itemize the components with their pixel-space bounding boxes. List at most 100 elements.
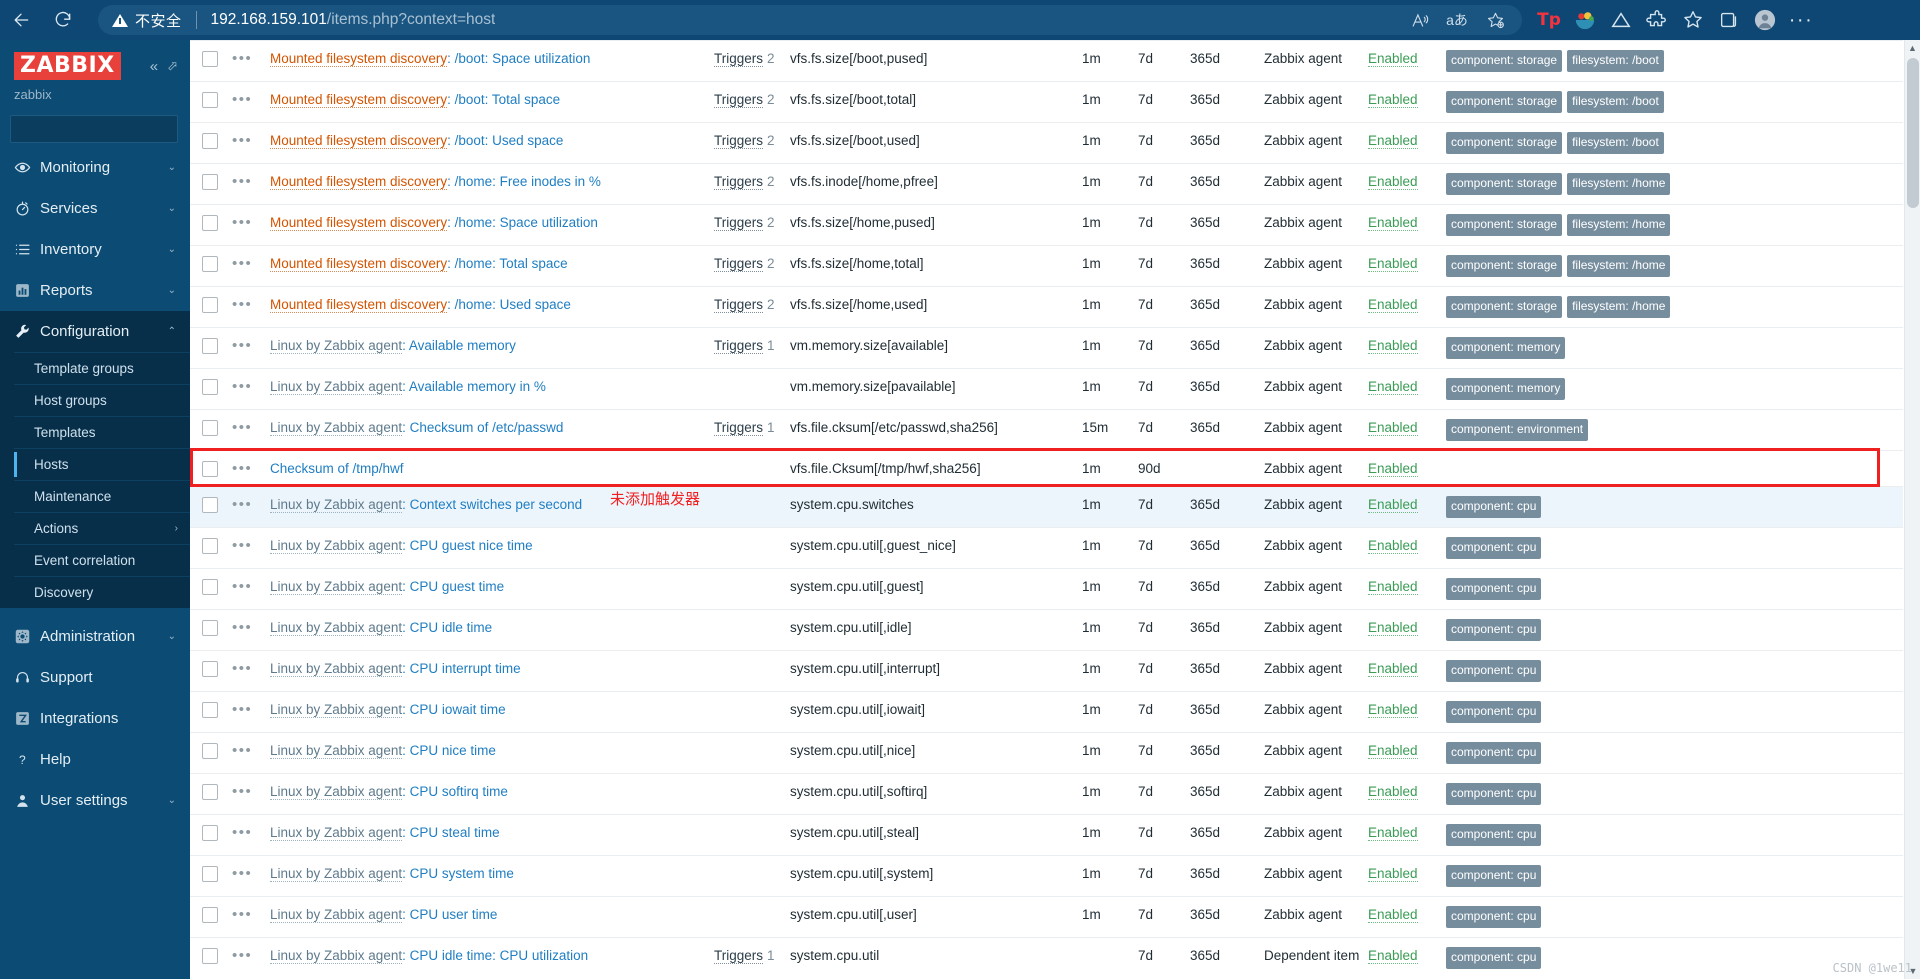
search-input[interactable]: [19, 121, 190, 137]
template-link[interactable]: Linux by Zabbix agent: [270, 538, 403, 554]
security-warning[interactable]: 不安全: [112, 10, 182, 31]
status-badge[interactable]: Enabled: [1368, 133, 1418, 149]
row-context-menu-icon[interactable]: •••: [232, 701, 252, 718]
table-row[interactable]: ••• Linux by Zabbix agent: CPU iowait tim…: [190, 691, 1903, 733]
status-badge[interactable]: Enabled: [1368, 948, 1418, 964]
expand-fullscreen-icon[interactable]: ⬀: [167, 58, 178, 74]
reload-button[interactable]: [42, 0, 84, 40]
sidebar-item-event-correlation[interactable]: Event correlation: [14, 544, 190, 576]
item-link[interactable]: : /home: Used space: [447, 297, 571, 312]
extension-colorful-icon[interactable]: [1568, 3, 1602, 37]
template-link[interactable]: Mounted filesystem discovery: [270, 174, 448, 190]
status-badge[interactable]: Enabled: [1368, 620, 1418, 636]
tag-badge[interactable]: component: cpu: [1446, 742, 1542, 764]
status-badge[interactable]: Enabled: [1368, 174, 1418, 190]
item-link[interactable]: : /boot: Space utilization: [447, 51, 590, 66]
row-checkbox[interactable]: [202, 538, 218, 554]
row-checkbox[interactable]: [202, 297, 218, 313]
sidebar-item-configuration[interactable]: Configuration ⌃: [0, 311, 190, 352]
status-badge[interactable]: Enabled: [1368, 661, 1418, 677]
table-row[interactable]: ••• Linux by Zabbix agent: CPU idle time:…: [190, 937, 1903, 978]
sidebar-item-user-settings[interactable]: User settings ⌄: [0, 780, 190, 821]
tag-badge[interactable]: component: storage: [1446, 255, 1563, 277]
table-row[interactable]: ••• Mounted filesystem discovery: /boot: …: [190, 40, 1903, 82]
vertical-scrollbar[interactable]: ▲ ▼: [1904, 40, 1920, 979]
status-badge[interactable]: Enabled: [1368, 215, 1418, 231]
item-link[interactable]: : CPU interrupt time: [402, 661, 521, 676]
row-checkbox[interactable]: [202, 420, 218, 436]
template-link[interactable]: Linux by Zabbix agent: [270, 702, 403, 718]
profile-avatar[interactable]: [1748, 3, 1782, 37]
tag-badge[interactable]: component: cpu: [1446, 865, 1542, 887]
triggers-link[interactable]: Triggers: [714, 338, 764, 354]
table-row[interactable]: ••• Linux by Zabbix agent: CPU user time s…: [190, 896, 1903, 938]
extension-puzzle-icon[interactable]: [1640, 3, 1674, 37]
row-context-menu-icon[interactable]: •••: [232, 378, 252, 395]
tag-badge[interactable]: component: cpu: [1446, 537, 1542, 559]
status-badge[interactable]: Enabled: [1368, 743, 1418, 759]
tag-badge[interactable]: component: cpu: [1446, 578, 1542, 600]
favorites-icon[interactable]: [1676, 3, 1710, 37]
row-context-menu-icon[interactable]: •••: [232, 91, 252, 108]
row-checkbox[interactable]: [202, 866, 218, 882]
item-link[interactable]: : CPU idle time: CPU utilization: [402, 948, 588, 963]
table-row[interactable]: ••• Linux by Zabbix agent: CPU idle time s…: [190, 609, 1903, 651]
sidebar-item-reports[interactable]: Reports ⌄: [0, 270, 190, 311]
row-checkbox[interactable]: [202, 338, 218, 354]
template-link[interactable]: Mounted filesystem discovery: [270, 256, 448, 272]
row-context-menu-icon[interactable]: •••: [232, 947, 252, 964]
template-link[interactable]: Linux by Zabbix agent: [270, 379, 403, 395]
row-context-menu-icon[interactable]: •••: [232, 296, 252, 313]
table-row[interactable]: ••• Linux by Zabbix agent: CPU interrupt …: [190, 650, 1903, 692]
status-badge[interactable]: Enabled: [1368, 297, 1418, 313]
table-row[interactable]: ••• Linux by Zabbix agent: CPU nice time s…: [190, 732, 1903, 774]
row-context-menu-icon[interactable]: •••: [232, 783, 252, 800]
template-link[interactable]: Linux by Zabbix agent: [270, 825, 403, 841]
row-context-menu-icon[interactable]: •••: [232, 865, 252, 882]
row-context-menu-icon[interactable]: •••: [232, 537, 252, 554]
row-checkbox[interactable]: [202, 174, 218, 190]
status-badge[interactable]: Enabled: [1368, 907, 1418, 923]
row-checkbox[interactable]: [202, 743, 218, 759]
sidebar-item-support[interactable]: Support: [0, 657, 190, 698]
tag-badge[interactable]: filesystem: /home: [1567, 214, 1671, 236]
extension-mountain-icon[interactable]: [1604, 3, 1638, 37]
row-checkbox[interactable]: [202, 825, 218, 841]
template-link[interactable]: Linux by Zabbix agent: [270, 907, 403, 923]
table-row[interactable]: ••• Mounted filesystem discovery: /home: …: [190, 204, 1903, 246]
sidebar-item-actions[interactable]: Actions ›: [14, 512, 190, 544]
row-context-menu-icon[interactable]: •••: [232, 906, 252, 923]
read-aloud-icon[interactable]: [1402, 5, 1436, 35]
row-context-menu-icon[interactable]: •••: [232, 660, 252, 677]
row-checkbox[interactable]: [202, 620, 218, 636]
row-context-menu-icon[interactable]: •••: [232, 460, 252, 477]
item-link[interactable]: : Available memory: [402, 338, 516, 353]
tag-badge[interactable]: filesystem: /boot: [1567, 50, 1664, 72]
table-row[interactable]: ••• Mounted filesystem discovery: /home: …: [190, 286, 1903, 328]
add-favorite-icon[interactable]: [1478, 5, 1512, 35]
status-badge[interactable]: Enabled: [1368, 338, 1418, 354]
extension-tp-icon[interactable]: Tp: [1532, 3, 1566, 37]
status-badge[interactable]: Enabled: [1368, 497, 1418, 513]
item-link[interactable]: : Available memory in %: [402, 379, 546, 394]
sidebar-item-administration[interactable]: Administration ⌄: [0, 616, 190, 657]
table-row[interactable]: ••• Linux by Zabbix agent: Available memo…: [190, 327, 1903, 369]
row-context-menu-icon[interactable]: •••: [232, 824, 252, 841]
tag-badge[interactable]: filesystem: /boot: [1567, 132, 1664, 154]
item-link[interactable]: : CPU guest nice time: [402, 538, 533, 553]
sidebar-item-host-groups[interactable]: Host groups: [14, 384, 190, 416]
triggers-link[interactable]: Triggers: [714, 420, 764, 436]
tag-badge[interactable]: component: cpu: [1446, 701, 1542, 723]
row-context-menu-icon[interactable]: •••: [232, 214, 252, 231]
sidebar-item-help[interactable]: ? Help: [0, 739, 190, 780]
row-checkbox[interactable]: [202, 379, 218, 395]
item-link[interactable]: : /home: Space utilization: [447, 215, 598, 230]
table-row[interactable]: ••• Mounted filesystem discovery: /boot: …: [190, 81, 1903, 123]
row-context-menu-icon[interactable]: •••: [232, 419, 252, 436]
template-link[interactable]: Linux by Zabbix agent: [270, 579, 403, 595]
tag-badge[interactable]: component: cpu: [1446, 824, 1542, 846]
status-badge[interactable]: Enabled: [1368, 866, 1418, 882]
back-button[interactable]: [0, 0, 42, 40]
tag-badge[interactable]: component: memory: [1446, 378, 1566, 400]
status-badge[interactable]: Enabled: [1368, 461, 1418, 477]
